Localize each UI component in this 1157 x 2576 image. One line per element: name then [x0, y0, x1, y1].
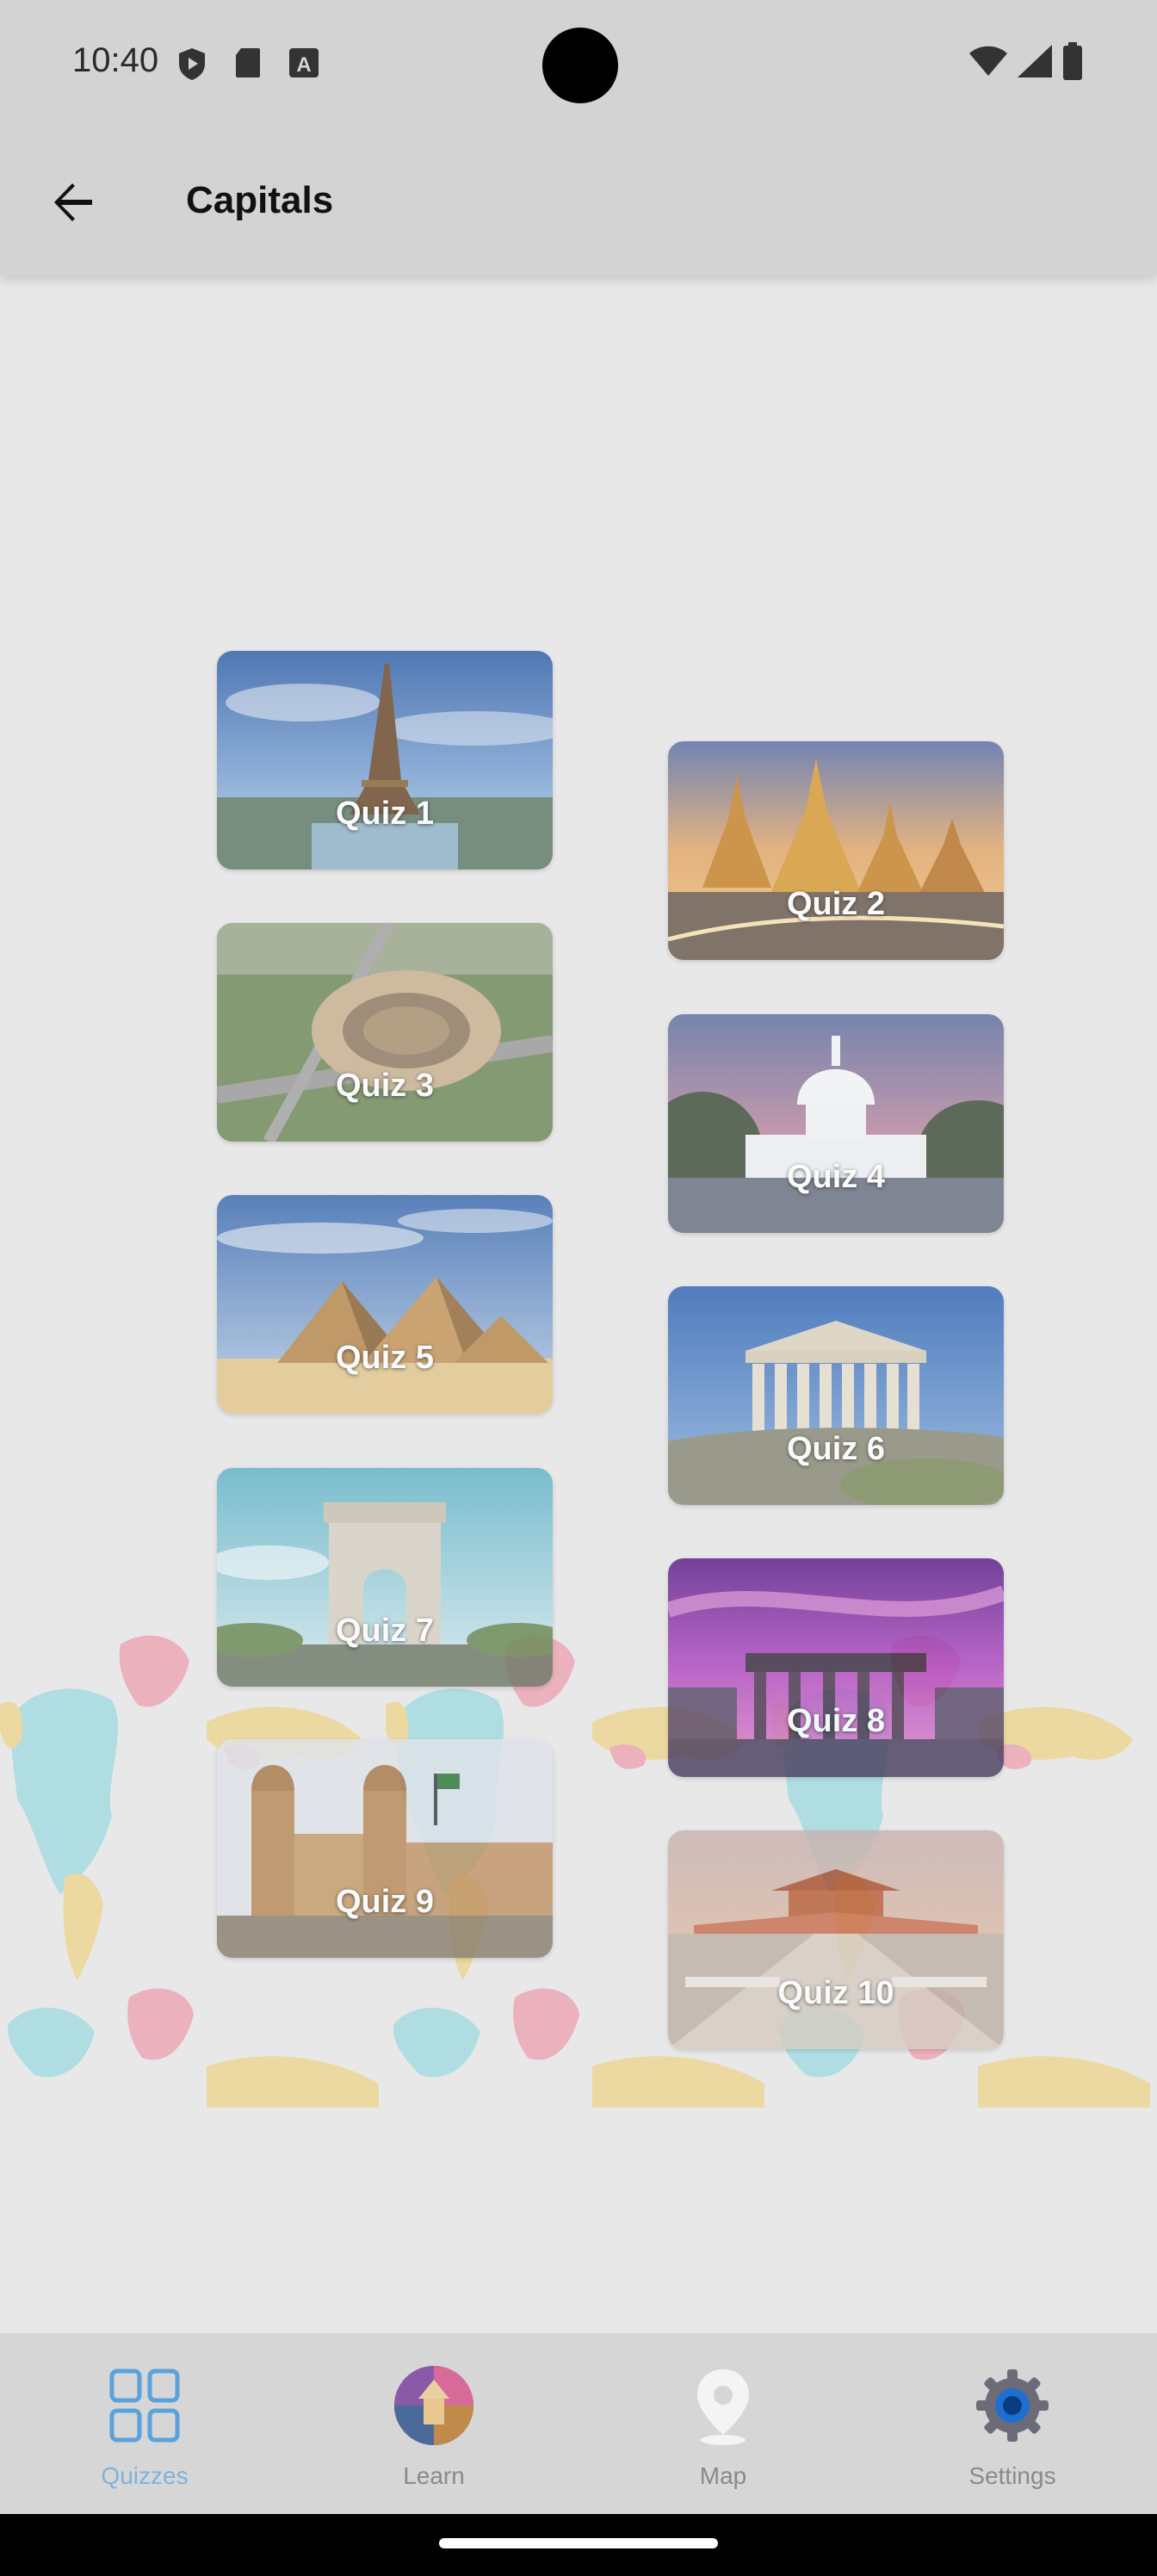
nav-label: Quizzes — [101, 2462, 189, 2489]
nav-item-learn[interactable]: Learn — [289, 2333, 578, 2514]
cell-signal-icon — [1018, 45, 1052, 77]
status-time: 10:40 — [72, 41, 159, 79]
quiz-label: Quiz 7 — [335, 1613, 435, 1649]
learn-icon — [394, 2366, 473, 2445]
grid-icon — [109, 2369, 180, 2443]
quiz-card-5[interactable]: Quiz 5 — [217, 1195, 553, 1414]
nav-label: Map — [699, 2462, 747, 2489]
quiz-label: Quiz 2 — [786, 886, 886, 922]
quiz-card-10[interactable]: Quiz 10 — [668, 1830, 1004, 2049]
brandenburg-gate-image — [668, 1558, 1004, 1777]
quiz-label: Quiz 6 — [786, 1431, 886, 1467]
quiz-label: Quiz 1 — [335, 796, 435, 832]
colosseum-image — [217, 923, 553, 1142]
quiz-card-7[interactable]: Quiz 7 — [217, 1468, 553, 1687]
parthenon-image — [668, 1286, 1004, 1505]
quiz-card-1[interactable]: Quiz 1 — [217, 651, 553, 870]
quiz-card-3[interactable]: Quiz 3 — [217, 923, 553, 1142]
bottom-navigation: Quizzes Learn Map Settings — [0, 2333, 1157, 2514]
quiz-card-8[interactable]: Quiz 8 — [668, 1558, 1004, 1777]
quiz-label: Quiz 10 — [777, 1975, 894, 2011]
pyramids-image — [217, 1195, 553, 1414]
quiz-label: Quiz 3 — [335, 1068, 435, 1104]
arrow-back-icon — [54, 183, 92, 221]
camera-cutout — [542, 28, 618, 103]
nav-label: Learn — [403, 2462, 465, 2489]
quiz-label: Quiz 9 — [335, 1884, 435, 1920]
home-gesture-handle[interactable] — [439, 2538, 718, 2548]
quiz-label: Quiz 5 — [335, 1340, 435, 1376]
quiz-label: Quiz 4 — [786, 1159, 886, 1195]
nav-item-settings[interactable]: Settings — [868, 2333, 1157, 2514]
quiz-card-4[interactable]: Quiz 4 — [668, 1014, 1004, 1233]
cathedral-image — [217, 1739, 553, 1958]
app-bar: Capitals — [0, 129, 1157, 276]
sd-card-icon — [236, 48, 260, 77]
svg-text:A: A — [296, 53, 311, 77]
nav-item-map[interactable]: Map — [578, 2333, 868, 2514]
page-title: Capitals — [186, 179, 334, 221]
back-button[interactable] — [34, 164, 112, 241]
status-bar: 10:40 A — [0, 0, 1157, 129]
map-pin-icon — [697, 2369, 749, 2445]
grand-palace-image — [668, 741, 1004, 960]
capitol-image — [668, 1014, 1004, 1233]
quiz-card-6[interactable]: Quiz 6 — [668, 1286, 1004, 1505]
nav-item-quizzes[interactable]: Quizzes — [0, 2333, 289, 2514]
gear-icon — [976, 2369, 1049, 2442]
play-protect-icon — [179, 48, 205, 80]
quiz-card-2[interactable]: Quiz 2 — [668, 741, 1004, 960]
wifi-icon — [969, 46, 1007, 76]
nav-label: Settings — [968, 2462, 1056, 2489]
battery-icon — [1063, 42, 1082, 80]
quiz-card-9[interactable]: Quiz 9 — [217, 1739, 553, 1958]
quiz-label: Quiz 8 — [786, 1703, 886, 1739]
keyboard-a-icon: A — [289, 48, 319, 77]
arc-de-triomphe-image — [217, 1468, 553, 1687]
eiffel-tower-image — [217, 651, 553, 870]
forbidden-city-image — [668, 1830, 1004, 2049]
